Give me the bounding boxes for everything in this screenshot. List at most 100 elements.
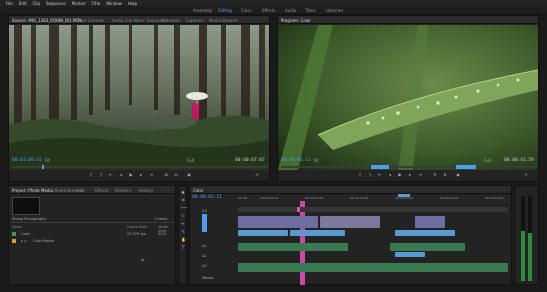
menu-edit[interactable]: Edit xyxy=(19,1,27,6)
hand-tool-icon[interactable]: ✋ xyxy=(181,238,186,242)
program-add-button-icon[interactable]: + xyxy=(524,173,528,177)
tab-effect-controls[interactable]: Effect Controls xyxy=(75,18,104,23)
program-tab-row: Program: Color xyxy=(278,16,538,24)
program-in-out-range[interactable] xyxy=(371,165,389,169)
program-in-out-range-2[interactable] xyxy=(456,165,476,169)
track-master-label[interactable]: Master xyxy=(202,276,214,280)
project-col-frame-rate[interactable]: Frame Rate xyxy=(127,225,147,229)
tab-media-browser[interactable]: Media Browser xyxy=(209,18,239,23)
workspace-audio[interactable]: Audio xyxy=(285,8,296,13)
v1-clip-1[interactable] xyxy=(238,230,288,236)
selection-tool-icon[interactable]: ▲ xyxy=(181,190,185,194)
program-scrubber[interactable] xyxy=(281,165,537,169)
workspace-color[interactable]: Color xyxy=(241,8,251,13)
extract-icon[interactable]: ⊻ xyxy=(443,173,447,177)
menu-help[interactable]: Help xyxy=(128,1,137,6)
project-row-media-name[interactable]: Color Media xyxy=(33,239,54,243)
meter-right xyxy=(528,196,532,281)
menu-title[interactable]: Title xyxy=(92,1,101,6)
program-mark-in-icon[interactable]: { xyxy=(358,173,362,177)
work-area-bar[interactable] xyxy=(398,194,410,197)
lift-icon[interactable]: ⊼ xyxy=(433,173,437,177)
overwrite-icon[interactable]: ⊟ xyxy=(174,173,178,177)
source-patch-v1[interactable] xyxy=(202,214,207,232)
ruler-tick-6: 00:00:30:00 xyxy=(485,196,504,200)
tab-markers[interactable]: Markers xyxy=(115,188,131,193)
tab-program[interactable]: Program: Color xyxy=(281,18,311,23)
type-tool-icon[interactable]: T xyxy=(181,246,185,250)
program-go-to-out-icon[interactable]: ⇥ xyxy=(418,173,422,177)
program-zoom-select[interactable]: Fit xyxy=(314,158,319,163)
video-clip-2[interactable] xyxy=(320,216,380,228)
video-clip-3[interactable] xyxy=(415,216,445,228)
project-row-color-name[interactable]: Color xyxy=(21,232,30,236)
track-v3-label[interactable]: V3 xyxy=(202,209,207,213)
program-play-icon[interactable]: ▶ xyxy=(398,173,402,177)
track-a2-label[interactable]: A2 xyxy=(202,254,207,258)
tab-timeline-sequence[interactable]: Color xyxy=(193,188,203,193)
program-resolution-select[interactable]: Full xyxy=(484,158,491,163)
menu-clip[interactable]: Clip xyxy=(32,1,40,6)
source-zoom-select[interactable]: Fit xyxy=(45,158,50,163)
source-timecode-in[interactable]: 00:01:09:42 xyxy=(12,158,42,163)
tab-source[interactable]: Source: IMG_1283_ROBIN_W1.MOV xyxy=(12,18,82,23)
timeline-ruler[interactable]: 00:00 00:00:05:00 00:00:10:00 00:00:15:0… xyxy=(238,196,510,202)
project-col-name[interactable]: Name xyxy=(12,225,22,229)
audio-clip-a1-2[interactable] xyxy=(390,243,465,251)
video-clip-1[interactable] xyxy=(238,216,318,228)
mark-out-icon[interactable]: } xyxy=(99,173,103,177)
audio-clip-a3-music[interactable] xyxy=(238,263,508,272)
go-to-out-icon[interactable]: ⇥ xyxy=(149,173,153,177)
slip-tool-icon[interactable]: ↔ xyxy=(181,222,185,226)
tab-metadata[interactable]: Metadata xyxy=(161,18,180,23)
workspace-editing[interactable]: Editing xyxy=(218,8,232,13)
program-transport-controls: { } ⇤ ◂ ▶ ▸ ⇥ ⊼ ⊻ ◉ + xyxy=(278,170,538,180)
program-go-to-in-icon[interactable]: ⇤ xyxy=(378,173,382,177)
menu-window[interactable]: Window xyxy=(106,1,122,6)
program-timecode-in[interactable]: 00:00:01:11 xyxy=(281,158,311,163)
program-export-frame-icon[interactable]: ◉ xyxy=(456,173,460,177)
v3-marker-clip[interactable] xyxy=(297,207,300,212)
program-step-forward-icon[interactable]: ▸ xyxy=(408,173,412,177)
timeline-timecode[interactable]: 00:00:01:11 xyxy=(192,195,222,200)
tab-audio-clip-mixer[interactable]: Audio Clip Mixer: Sequence xyxy=(112,18,167,23)
go-to-in-icon[interactable]: ⇤ xyxy=(109,173,113,177)
source-scrubber[interactable] xyxy=(12,165,268,169)
v1-clip-2[interactable] xyxy=(290,230,345,236)
step-back-icon[interactable]: ◂ xyxy=(119,173,123,177)
workspace-titles[interactable]: Titles xyxy=(305,8,316,13)
track-v3-lane xyxy=(238,207,508,212)
source-playhead[interactable] xyxy=(42,165,44,169)
tab-info[interactable]: Info xyxy=(77,188,85,193)
workspace-assembly[interactable]: Assembly xyxy=(193,8,212,13)
track-a1-label[interactable]: A1 xyxy=(202,244,207,248)
program-mark-out-icon[interactable]: } xyxy=(368,173,372,177)
tab-effects[interactable]: Effects xyxy=(95,188,109,193)
program-step-back-icon[interactable]: ◂ xyxy=(388,173,392,177)
mark-in-icon[interactable]: { xyxy=(89,173,93,177)
tab-project[interactable]: Project: Photo Media xyxy=(12,188,53,193)
export-frame-icon[interactable]: ◉ xyxy=(187,173,191,177)
ripple-edit-tool-icon[interactable]: ⟷ xyxy=(181,206,187,210)
pen-tool-icon[interactable]: ✎ xyxy=(181,230,185,234)
razor-tool-icon[interactable]: ◇ xyxy=(181,214,185,218)
step-forward-icon[interactable]: ▸ xyxy=(139,173,143,177)
tab-history[interactable]: History xyxy=(139,188,153,193)
track-a3-label[interactable]: A3 xyxy=(202,264,207,268)
source-resolution-select[interactable]: Full xyxy=(187,158,194,163)
menu-sequence[interactable]: Sequence xyxy=(46,1,66,6)
menu-file[interactable]: File xyxy=(6,1,13,6)
add-button-icon[interactable]: + xyxy=(255,173,259,177)
ruler-tick-5: 00:00:25:00 xyxy=(440,196,459,200)
tab-captions[interactable]: Captions xyxy=(186,18,204,23)
folder-icon[interactable]: ▸ ▭ xyxy=(21,239,27,243)
track-select-tool-icon[interactable]: ⇉ xyxy=(181,198,185,202)
workspace-effects[interactable]: Effects xyxy=(262,8,276,13)
insert-icon[interactable]: ⊞ xyxy=(164,173,168,177)
v1-clip-3[interactable] xyxy=(395,230,455,236)
workspace-libraries[interactable]: Libraries xyxy=(326,8,343,13)
audio-clip-a1-1[interactable] xyxy=(238,243,348,251)
menu-marker[interactable]: Marker xyxy=(72,1,86,6)
play-icon[interactable]: ▶ xyxy=(129,173,133,177)
audio-clip-a2-1[interactable] xyxy=(395,252,425,257)
